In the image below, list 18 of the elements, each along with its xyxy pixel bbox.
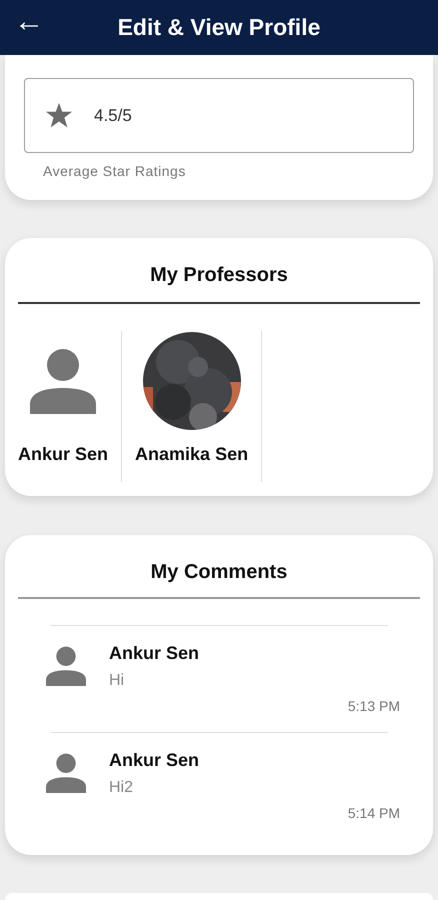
rating-field[interactable]: 4.5/5	[24, 78, 414, 153]
person-icon	[46, 646, 86, 686]
professor-item[interactable]: Anamika Sen	[122, 331, 262, 482]
commenter-name: Ankur Sen	[109, 749, 200, 772]
screen-title: Edit & View Profile	[118, 13, 320, 42]
back-button[interactable]: ←	[14, 6, 44, 36]
commenter-name: Ankur Sen	[109, 642, 200, 665]
section-title: My Comments	[150, 560, 288, 585]
comment-time: 5:13 PM	[348, 697, 400, 716]
person-icon	[46, 753, 86, 793]
comment-text: Hi2	[109, 778, 134, 798]
section-title: My Professors	[149, 263, 289, 288]
comment-text: Hi	[109, 671, 126, 691]
star-icon	[46, 103, 72, 128]
person-icon	[30, 348, 96, 414]
professor-item[interactable]: Ankur Sen	[5, 331, 122, 482]
comment-time: 5:14 PM	[348, 804, 400, 823]
field-caption: Average Star Ratings	[42, 162, 187, 181]
